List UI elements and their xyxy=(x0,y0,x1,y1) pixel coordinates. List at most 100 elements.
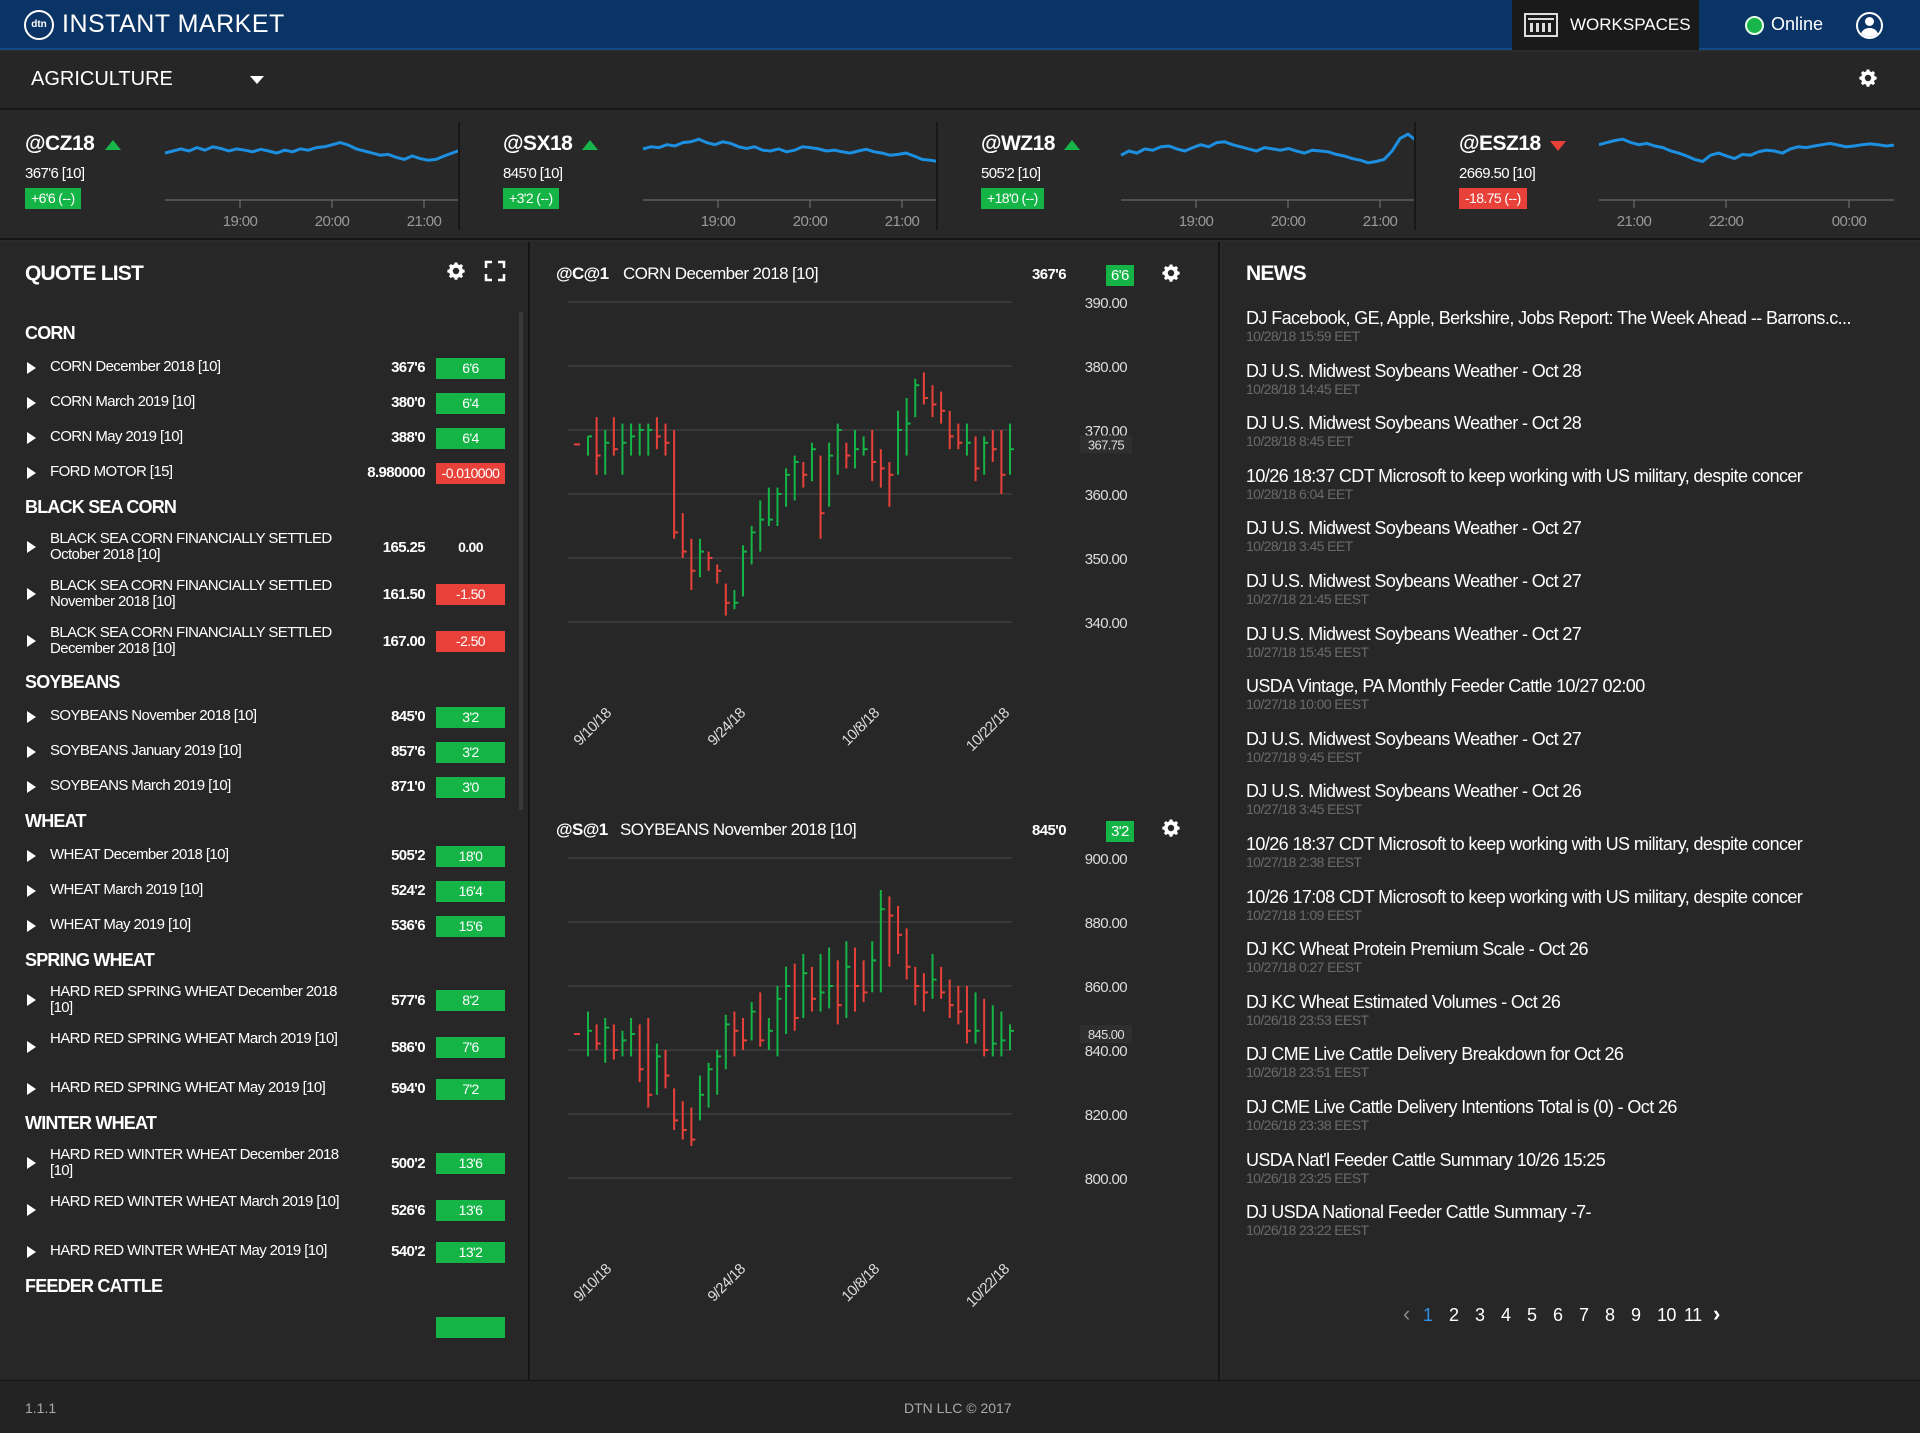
news-item[interactable]: DJ U.S. Midwest Soybeans Weather - Oct 2… xyxy=(1246,518,1896,571)
news-item[interactable]: DJ CME Live Cattle Delivery Breakdown fo… xyxy=(1246,1044,1896,1097)
expand-row-icon[interactable] xyxy=(27,362,36,374)
news-headline[interactable]: DJ U.S. Midwest Soybeans Weather - Oct 2… xyxy=(1246,361,1896,381)
chevron-left-icon[interactable]: ‹ xyxy=(1403,1301,1410,1327)
expand-row-icon[interactable] xyxy=(27,1041,36,1053)
quote-row[interactable]: HARD RED SPRING WHEAT December 2018 [10]… xyxy=(0,977,510,1024)
expand-row-icon[interactable] xyxy=(27,467,36,479)
news-headline[interactable]: DJ CME Live Cattle Delivery Intentions T… xyxy=(1246,1097,1896,1117)
ticker-item[interactable]: @WZ18 505'2 [10] +18'0 (--) 19:00 20:00 21:00 xyxy=(956,112,1416,240)
news-headline[interactable]: USDA Vintage, PA Monthly Feeder Cattle 1… xyxy=(1246,676,1896,696)
news-headline[interactable]: DJ Facebook, GE, Apple, Berkshire, Jobs … xyxy=(1246,308,1896,328)
quote-row[interactable]: HARD RED WINTER WHEAT March 2019 [10] 526… xyxy=(0,1187,510,1234)
chart-settings-gear-icon[interactable] xyxy=(1160,262,1182,284)
page-link[interactable]: 3 xyxy=(1475,1305,1485,1326)
news-item[interactable]: DJ CME Live Cattle Delivery Intentions T… xyxy=(1246,1097,1896,1150)
expand-row-icon[interactable] xyxy=(27,1083,36,1095)
settings-gear-icon[interactable] xyxy=(1857,67,1879,89)
news-headline[interactable]: DJ KC Wheat Estimated Volumes - Oct 26 xyxy=(1246,992,1896,1012)
page-link[interactable]: 2 xyxy=(1449,1305,1459,1326)
quote-group-header[interactable]: WINTER WHEAT xyxy=(0,1106,510,1140)
chevron-down-icon[interactable] xyxy=(250,76,264,84)
quote-row[interactable]: HARD RED WINTER WHEAT May 2019 [10] 540'2… xyxy=(0,1234,510,1269)
expand-row-icon[interactable] xyxy=(27,397,36,409)
expand-row-icon[interactable] xyxy=(27,1157,36,1169)
news-headline[interactable]: 10/26 18:37 CDT Microsoft to keep workin… xyxy=(1246,834,1896,854)
expand-row-icon[interactable] xyxy=(27,541,36,553)
page-link[interactable]: 9 xyxy=(1631,1305,1641,1326)
news-headline[interactable]: DJ U.S. Midwest Soybeans Weather - Oct 2… xyxy=(1246,571,1896,591)
news-item[interactable]: DJ U.S. Midwest Soybeans Weather - Oct 2… xyxy=(1246,361,1896,414)
quote-group-header[interactable]: SOYBEANS xyxy=(0,665,510,699)
online-status[interactable]: Online xyxy=(1771,14,1823,35)
quote-row[interactable]: BLACK SEA CORN FINANCIALLY SETTLED Novem… xyxy=(0,571,510,618)
news-headline[interactable]: 10/26 18:37 CDT Microsoft to keep workin… xyxy=(1246,466,1896,486)
news-headline[interactable]: DJ U.S. Midwest Soybeans Weather - Oct 2… xyxy=(1246,624,1896,644)
quote-group-header[interactable]: CORN xyxy=(0,316,510,350)
quote-row[interactable]: CORN December 2018 [10] 367'6 6'6 xyxy=(0,350,510,385)
quote-row[interactable]: SOYBEANS November 2018 [10] 845'0 3'2 xyxy=(0,699,510,734)
page-link[interactable]: 8 xyxy=(1605,1305,1615,1326)
expand-row-icon[interactable] xyxy=(27,432,36,444)
news-headline[interactable]: DJ USDA National Feeder Cattle Summary -… xyxy=(1246,1202,1896,1222)
quote-group-header[interactable]: BLACK SEA CORN xyxy=(0,490,510,524)
news-item[interactable]: USDA Vintage, PA Monthly Feeder Cattle 1… xyxy=(1246,676,1896,729)
expand-row-icon[interactable] xyxy=(27,994,36,1006)
quote-row[interactable]: BLACK SEA CORN FINANCIALLY SETTLED Octob… xyxy=(0,524,510,571)
page-link[interactable]: 1 xyxy=(1423,1305,1433,1326)
chevron-right-icon[interactable]: › xyxy=(1713,1301,1720,1327)
expand-row-icon[interactable] xyxy=(27,746,36,758)
page-link[interactable]: 6 xyxy=(1553,1305,1563,1326)
user-account-icon[interactable] xyxy=(1856,12,1883,39)
page-link[interactable]: 5 xyxy=(1527,1305,1537,1326)
expand-row-icon[interactable] xyxy=(27,1246,36,1258)
ticker-item[interactable]: @SX18 845'0 [10] +3'2 (--) 19:00 20:00 21:00 xyxy=(478,112,938,240)
expand-icon[interactable] xyxy=(484,260,506,282)
news-item[interactable]: DJ U.S. Midwest Soybeans Weather - Oct 2… xyxy=(1246,624,1896,677)
quote-row[interactable]: BLACK SEA CORN FINANCIALLY SETTLED Decem… xyxy=(0,618,510,665)
news-item[interactable]: DJ U.S. Midwest Soybeans Weather - Oct 2… xyxy=(1246,413,1896,466)
quote-row[interactable]: WHEAT May 2019 [10] 536'6 15'6 xyxy=(0,908,510,943)
news-item[interactable]: 10/26 17:08 CDT Microsoft to keep workin… xyxy=(1246,887,1896,940)
quote-row[interactable]: HARD RED SPRING WHEAT March 2019 [10] 586… xyxy=(0,1024,510,1071)
workspace-dropdown[interactable]: AGRICULTURE xyxy=(31,68,173,91)
page-link[interactable]: 10 xyxy=(1657,1305,1676,1326)
ticker-item[interactable]: @CZ18 367'6 [10] +6'6 (--) 19:00 20:00 21:00 xyxy=(0,112,460,240)
news-item[interactable]: DJ KC Wheat Protein Premium Scale - Oct … xyxy=(1246,939,1896,992)
page-link[interactable]: 7 xyxy=(1579,1305,1589,1326)
expand-row-icon[interactable] xyxy=(27,1204,36,1216)
expand-row-icon[interactable] xyxy=(27,588,36,600)
news-item[interactable]: DJ KC Wheat Estimated Volumes - Oct 26 10… xyxy=(1246,992,1896,1045)
expand-row-icon[interactable] xyxy=(27,920,36,932)
news-headline[interactable]: 10/26 17:08 CDT Microsoft to keep workin… xyxy=(1246,887,1896,907)
quote-group-header[interactable]: WHEAT xyxy=(0,804,510,838)
quote-row[interactable] xyxy=(0,1303,510,1338)
expand-row-icon[interactable] xyxy=(27,885,36,897)
quote-row[interactable]: HARD RED WINTER WHEAT December 2018 [10]… xyxy=(0,1140,510,1187)
news-headline[interactable]: DJ U.S. Midwest Soybeans Weather - Oct 2… xyxy=(1246,518,1896,538)
quote-row[interactable]: CORN March 2019 [10] 380'0 6'4 xyxy=(0,385,510,420)
quote-row[interactable]: CORN May 2019 [10] 388'0 6'4 xyxy=(0,420,510,455)
news-item[interactable]: DJ U.S. Midwest Soybeans Weather - Oct 2… xyxy=(1246,729,1896,782)
quote-group-header[interactable]: FEEDER CATTLE xyxy=(0,1269,510,1303)
quote-row[interactable]: HARD RED SPRING WHEAT May 2019 [10] 594'0… xyxy=(0,1071,510,1106)
corn-ohlc-chart[interactable]: 390.00380.00370.00360.00350.00340.00367.… xyxy=(532,292,1220,812)
news-headline[interactable]: DJ CME Live Cattle Delivery Breakdown fo… xyxy=(1246,1044,1896,1064)
news-item[interactable]: DJ U.S. Midwest Soybeans Weather - Oct 2… xyxy=(1246,781,1896,834)
news-headline[interactable]: USDA Nat'l Feeder Cattle Summary 10/26 1… xyxy=(1246,1150,1896,1170)
quote-row[interactable]: SOYBEANS March 2019 [10] 871'0 3'0 xyxy=(0,769,510,804)
news-item[interactable]: DJ U.S. Midwest Soybeans Weather - Oct 2… xyxy=(1246,571,1896,624)
quote-row[interactable]: FORD MOTOR [15] 8.980000 -0.010000 xyxy=(0,455,510,490)
expand-row-icon[interactable] xyxy=(27,781,36,793)
news-item[interactable]: 10/26 18:37 CDT Microsoft to keep workin… xyxy=(1246,834,1896,887)
quote-list-scrollbar[interactable] xyxy=(519,312,523,810)
quote-row[interactable]: SOYBEANS January 2019 [10] 857'6 3'2 xyxy=(0,734,510,769)
news-headline[interactable]: DJ U.S. Midwest Soybeans Weather - Oct 2… xyxy=(1246,781,1896,801)
expand-row-icon[interactable] xyxy=(27,635,36,647)
news-headline[interactable]: DJ KC Wheat Protein Premium Scale - Oct … xyxy=(1246,939,1896,959)
quote-row[interactable]: WHEAT December 2018 [10] 505'2 18'0 xyxy=(0,838,510,873)
ticker-item[interactable]: @ESZ18 2669.50 [10] -18.75 (--) 21:00 22:00 0… xyxy=(1434,112,1894,240)
news-item[interactable]: USDA Nat'l Feeder Cattle Summary 10/26 1… xyxy=(1246,1150,1896,1203)
workspaces-button[interactable]: WORKSPACES xyxy=(1512,0,1699,50)
soybeans-ohlc-chart[interactable]: 900.00 880.00 860.00 840.00 820.00 800.00 845.… xyxy=(532,848,1220,1368)
news-headline[interactable]: DJ U.S. Midwest Soybeans Weather - Oct 2… xyxy=(1246,413,1896,433)
